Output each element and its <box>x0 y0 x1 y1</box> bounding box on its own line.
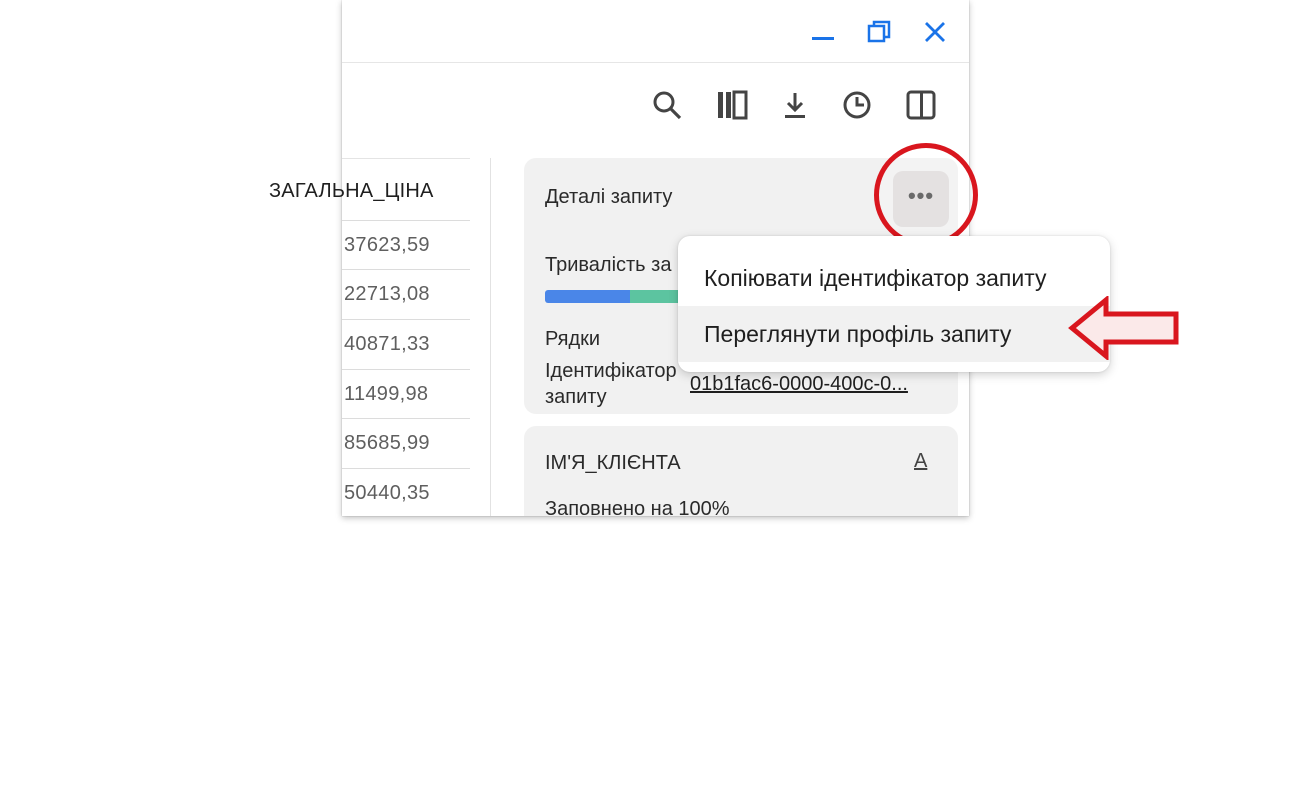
menu-item-copy-query-id[interactable]: Копіювати ідентифікатор запиту <box>678 250 1110 306</box>
duration-bar-segment-compile <box>545 290 630 303</box>
table-row[interactable]: 37623,59 <box>342 220 470 269</box>
menu-item-view-query-profile[interactable]: Переглянути профіль запиту <box>678 306 1110 362</box>
panel-icon[interactable] <box>903 87 939 123</box>
history-icon[interactable] <box>839 87 875 123</box>
text-type-icon: A <box>914 450 928 472</box>
column-stats-card: ІМ'Я_КЛІЄНТА A Заповнено на 100% <box>524 426 958 516</box>
title-bar <box>342 0 969 63</box>
duration-label: Тривалість за <box>545 254 672 276</box>
query-id-label: Ідентифікатор <box>545 360 677 382</box>
column-header-total-price[interactable]: ЗАГАЛЬНА_ЦІНА <box>269 180 434 203</box>
more-dots-icon: ••• <box>907 183 935 208</box>
fill-rate-text: Заповнено на 100% <box>545 498 730 516</box>
more-options-button[interactable]: ••• <box>893 171 949 227</box>
column-name: ІМ'Я_КЛІЄНТА <box>545 452 681 474</box>
table-row[interactable]: 40871,33 <box>342 319 470 368</box>
results-column: 37623,59 22713,08 40871,33 11499,98 8568… <box>342 158 470 516</box>
toolbar <box>342 63 969 143</box>
table-row[interactable]: 50440,35 <box>342 468 470 516</box>
context-menu: Копіювати ідентифікатор запиту Перегляну… <box>678 236 1110 372</box>
columns-icon[interactable] <box>714 87 750 123</box>
minimize-icon[interactable] <box>807 16 839 48</box>
close-icon[interactable] <box>919 16 951 48</box>
search-icon[interactable] <box>649 87 685 123</box>
pane-divider[interactable] <box>490 158 491 516</box>
table-row[interactable]: 22713,08 <box>342 269 470 318</box>
query-id-label-line2: запиту <box>545 386 607 408</box>
rows-label: Рядки <box>545 328 601 350</box>
table-row[interactable]: 11499,98 <box>342 369 470 418</box>
download-icon[interactable] <box>777 87 813 123</box>
query-details-title: Деталі запиту <box>545 186 673 208</box>
query-id-link[interactable]: 01b1fac6-0000-400c-0... <box>690 373 908 396</box>
table-row[interactable]: 85685,99 <box>342 418 470 467</box>
maximize-icon[interactable] <box>863 16 895 48</box>
